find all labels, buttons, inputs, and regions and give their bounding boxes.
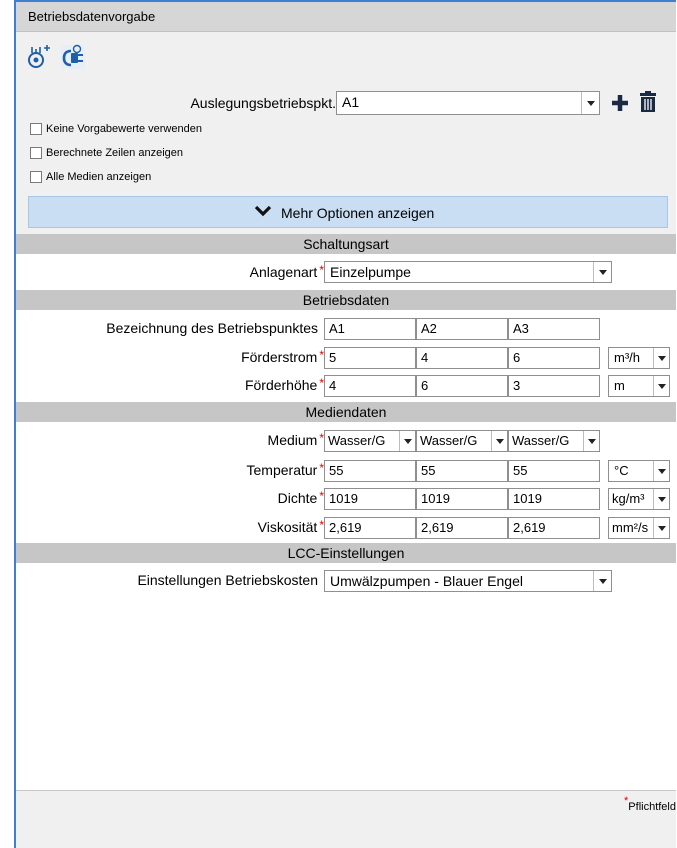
checkbox-box[interactable]	[30, 123, 42, 135]
checkbox-box[interactable]	[30, 147, 42, 159]
panel-footer: *Pflichtfeld	[16, 790, 676, 848]
required-marker: *	[624, 795, 629, 807]
medium-a1-select[interactable]: Wasser/G	[324, 430, 416, 452]
temperatur-a1[interactable]: 55	[324, 460, 416, 482]
anlagenart-text: Anlagenart	[249, 264, 318, 280]
chevron-down-icon[interactable]	[583, 431, 599, 451]
chevron-down-icon[interactable]	[399, 431, 415, 451]
chevron-down-icon	[254, 205, 272, 217]
required-field-label: Pflichtfeld	[628, 801, 676, 813]
section-mediendaten: Mediendaten	[16, 402, 676, 422]
lcc-select[interactable]: Umwälzpumpen - Blauer Engel	[324, 570, 612, 592]
chevron-down-icon[interactable]	[653, 489, 669, 509]
chevron-down-icon[interactable]	[653, 461, 669, 481]
temperatur-a3[interactable]: 55	[508, 460, 600, 482]
lcc-label: Einstellungen Betriebskosten	[137, 572, 318, 588]
required-field-note: *Pflichtfeld	[624, 795, 676, 813]
foerderstrom-unit: m³/h	[614, 350, 640, 365]
foerderstrom-text: Förderstrom	[241, 349, 318, 365]
auslegung-label: Auslegungsbetriebspkt.	[190, 95, 336, 111]
auslegung-select[interactable]: A1	[336, 91, 600, 115]
chevron-down-icon[interactable]	[653, 348, 669, 368]
section-schaltungsart: Schaltungsart	[16, 234, 676, 254]
checkbox-label: Keine Vorgabewerte verwenden	[46, 123, 202, 135]
auslegung-value: A1	[342, 94, 360, 110]
temperatur-unit: °C	[614, 463, 629, 478]
viskositaet-a2[interactable]: 2,619	[416, 517, 508, 539]
foerderhoehe-text: Förderhöhe	[244, 377, 318, 393]
temperatur-label: Temperatur *	[246, 461, 324, 478]
dichte-a1[interactable]: 1019	[324, 488, 416, 510]
chevron-down-icon[interactable]	[491, 431, 507, 451]
foerderhoehe-unit: m	[614, 378, 625, 393]
temperatur-unit-select[interactable]: °C	[608, 460, 670, 482]
medium-label: Medium *	[267, 431, 324, 448]
viskositaet-a3[interactable]: 2,619	[508, 517, 600, 539]
viskositaet-text: Viskosität	[257, 519, 318, 535]
medium-a3-select[interactable]: Wasser/G	[508, 430, 600, 452]
betriebsdaten-form: Schaltungsart Anlagenart * Einzelpumpe Be…	[16, 234, 676, 790]
chevron-down-icon[interactable]	[581, 92, 599, 114]
foerderhoehe-a3[interactable]: 3	[508, 375, 600, 397]
chevron-down-icon[interactable]	[593, 262, 611, 282]
section-lcc: LCC-Einstellungen	[16, 543, 676, 563]
viskositaet-label: Viskosität *	[257, 518, 324, 535]
anlagenart-value: Einzelpumpe	[330, 264, 411, 280]
bezeichnung-a2[interactable]: A2	[416, 318, 508, 340]
panel-title: Betriebsdatenvorgabe	[28, 9, 156, 24]
medium-text: Medium	[267, 432, 318, 448]
bezeichnung-a3[interactable]: A3	[508, 318, 600, 340]
pump-settings-icon[interactable]	[26, 44, 52, 70]
chevron-down-icon[interactable]	[593, 571, 611, 591]
dichte-a2[interactable]: 1019	[416, 488, 508, 510]
anlagenart-select[interactable]: Einzelpumpe	[324, 261, 612, 283]
section-betriebsdaten: Betriebsdaten	[16, 290, 676, 310]
foerderstrom-unit-select[interactable]: m³/h	[608, 347, 670, 369]
panel-titlebar: Betriebsdatenvorgabe	[16, 2, 676, 32]
foerderhoehe-unit-select[interactable]: m	[608, 375, 670, 397]
medium-a2-select[interactable]: Wasser/G	[416, 430, 508, 452]
bezeichnung-label: Bezeichnung des Betriebspunktes	[106, 320, 318, 336]
foerderstrom-label: Förderstrom *	[241, 348, 324, 365]
lcc-value: Umwälzpumpen - Blauer Engel	[330, 573, 523, 589]
checkbox-label: Berechnete Zeilen anzeigen	[46, 147, 183, 159]
plus-icon[interactable]	[610, 92, 630, 114]
medium-a3: Wasser/G	[512, 433, 570, 448]
foerderstrom-a1[interactable]: 5	[324, 347, 416, 369]
foerderhoehe-a1[interactable]: 4	[324, 375, 416, 397]
trash-icon[interactable]	[638, 91, 658, 113]
foerderstrom-a2[interactable]: 4	[416, 347, 508, 369]
checkbox-box[interactable]	[30, 171, 42, 183]
medium-a2: Wasser/G	[420, 433, 478, 448]
chevron-down-icon[interactable]	[653, 518, 669, 538]
anlagenart-label: Anlagenart *	[249, 263, 324, 280]
foerderstrom-a3[interactable]: 6	[508, 347, 600, 369]
energy-plug-icon[interactable]	[60, 44, 86, 70]
viskositaet-unit-select[interactable]: mm²/s	[608, 517, 670, 539]
temperatur-a2[interactable]: 55	[416, 460, 508, 482]
dichte-unit-select[interactable]: kg/m³	[608, 488, 670, 510]
foerderhoehe-a2[interactable]: 6	[416, 375, 508, 397]
dichte-label: Dichte *	[277, 489, 324, 506]
more-options-button[interactable]: Mehr Optionen anzeigen	[28, 196, 668, 228]
checkbox-label: Alle Medien anzeigen	[46, 171, 152, 183]
chevron-down-icon[interactable]	[653, 376, 669, 396]
foerderhoehe-label: Förderhöhe *	[244, 376, 324, 393]
viskositaet-a1[interactable]: 2,619	[324, 517, 416, 539]
dichte-unit: kg/m³	[612, 491, 645, 506]
more-options-label: Mehr Optionen anzeigen	[281, 205, 435, 221]
bezeichnung-a1[interactable]: A1	[324, 318, 416, 340]
dichte-a3[interactable]: 1019	[508, 488, 600, 510]
medium-a1: Wasser/G	[328, 433, 386, 448]
temperatur-text: Temperatur	[246, 462, 318, 478]
viskositaet-unit: mm²/s	[612, 520, 649, 535]
betriebsdaten-panel: Betriebsdatenvorgabe Auslegungsbetriebsp…	[14, 0, 676, 848]
dichte-text: Dichte	[277, 490, 318, 506]
